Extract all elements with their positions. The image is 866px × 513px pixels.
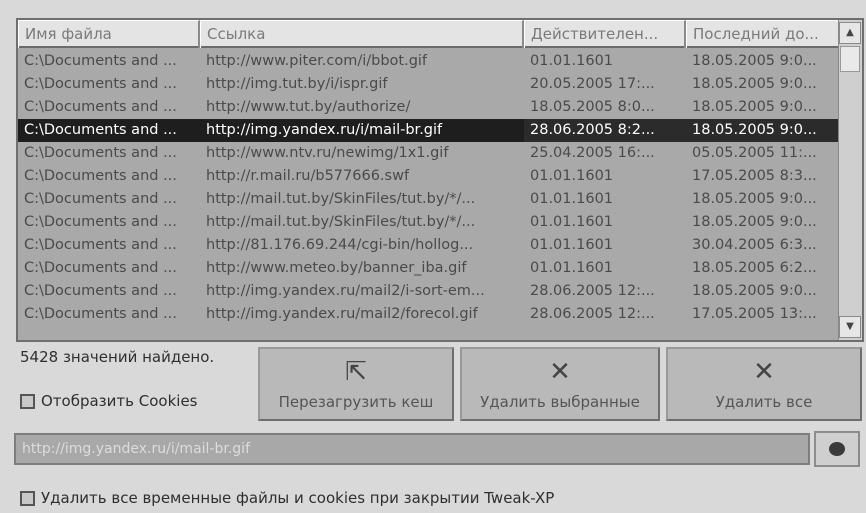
valid-date-cell: 01.01.1601 <box>530 191 614 207</box>
url-cell: http://www.ntv.ru/newimg/1x1.gif <box>206 145 449 161</box>
url-cell: http://img.tut.by/i/ispr.gif <box>206 76 388 92</box>
last-access-cell: 17.05.2005 13:... <box>692 306 817 322</box>
file-cell: C:\Documents and ... <box>24 76 177 92</box>
table-row[interactable]: C:\Documents and ... http://www.piter.com… <box>18 50 840 73</box>
url-cell: http://r.mail.ru/b577666.swf <box>206 168 410 184</box>
valid-date-cell: 28.06.2005 12:... <box>530 306 655 322</box>
file-cell: C:\Documents and ... <box>24 306 177 322</box>
cleanup-on-exit-label: Удалить все временные файлы и cookies пр… <box>41 489 555 507</box>
reload-icon: ⇱ <box>345 357 367 387</box>
last-access-cell: 18.05.2005 9:0... <box>692 53 817 69</box>
last-access-cell: 18.05.2005 9:0... <box>692 214 817 230</box>
cleanup-on-exit-checkbox[interactable]: Удалить все временные файлы и cookies пр… <box>20 489 554 507</box>
file-cell: C:\Documents and ... <box>24 260 177 276</box>
url-cell: http://81.176.69.244/cgi-bin/hollog... <box>206 237 474 253</box>
table-row[interactable]: C:\Documents and ... http://www.ntv.ru/ne… <box>18 142 840 165</box>
last-access-cell: 18.05.2005 9:0... <box>692 122 817 138</box>
vertical-scrollbar[interactable]: ▲ ▼ <box>838 20 862 340</box>
delete-all-label: Удалить все <box>715 393 813 411</box>
table-row[interactable]: C:\Documents and ... http://mail.tut.by/S… <box>18 211 840 234</box>
table-row[interactable]: C:\Documents and ... http://img.yandex.ru… <box>18 119 840 142</box>
list-rows: C:\Documents and ... http://www.piter.com… <box>18 50 840 326</box>
valid-date-cell: 01.01.1601 <box>530 237 614 253</box>
table-row[interactable]: C:\Documents and ... http://81.176.69.244… <box>18 234 840 257</box>
delete-selected-label: Удалить выбранные <box>480 393 640 411</box>
x-icon: ✕ <box>753 357 775 387</box>
url-cell: http://mail.tut.by/SkinFiles/tut.by/*/..… <box>206 214 476 230</box>
last-access-cell: 30.04.2005 6:3... <box>692 237 817 253</box>
file-cell: C:\Documents and ... <box>24 99 177 115</box>
show-cookies-checkbox[interactable]: Отобразить Cookies <box>20 392 197 410</box>
valid-date-cell: 18.05.2005 8:0... <box>530 99 655 115</box>
valid-date-cell: 28.06.2005 8:2... <box>530 122 655 138</box>
url-cell: http://mail.tut.by/SkinFiles/tut.by/*/..… <box>206 191 476 207</box>
file-cell: C:\Documents and ... <box>24 145 177 161</box>
last-access-cell: 18.05.2005 9:0... <box>692 191 817 207</box>
last-access-cell: 18.05.2005 9:0... <box>692 76 817 92</box>
file-cell: C:\Documents and ... <box>24 283 177 299</box>
valid-date-cell: 01.01.1601 <box>530 214 614 230</box>
url-cell: http://www.meteo.by/banner_iba.gif <box>206 260 467 276</box>
last-access-cell: 18.05.2005 6:2... <box>692 260 817 276</box>
go-icon <box>829 441 845 456</box>
last-access-cell: 18.05.2005 9:0... <box>692 99 817 115</box>
delete-selected-button[interactable]: ✕ Удалить выбранные <box>460 347 660 421</box>
scroll-up-button[interactable]: ▲ <box>839 22 861 44</box>
last-access-cell: 18.05.2005 9:0... <box>692 283 817 299</box>
valid-date-cell: 01.01.1601 <box>530 168 614 184</box>
cache-list[interactable]: Имя файла Ссылка Действителен... Последн… <box>16 18 864 342</box>
table-row[interactable]: C:\Documents and ... http://www.meteo.by/… <box>18 257 840 280</box>
checkbox-box[interactable] <box>20 393 35 409</box>
valid-date-cell: 25.04.2005 16:... <box>530 145 655 161</box>
table-row[interactable]: C:\Documents and ... http://img.yandex.ru… <box>18 280 840 303</box>
url-field[interactable]: http://img.yandex.ru/i/mail-br.gif <box>14 433 810 465</box>
column-header-valid[interactable]: Действителен... <box>524 20 686 48</box>
scroll-down-button[interactable]: ▼ <box>839 316 861 338</box>
file-cell: C:\Documents and ... <box>24 53 177 69</box>
table-row[interactable]: C:\Documents and ... http://r.mail.ru/b57… <box>18 165 840 188</box>
go-button[interactable] <box>814 431 860 467</box>
table-row[interactable]: C:\Documents and ... http://mail.tut.by/S… <box>18 188 840 211</box>
table-row[interactable]: C:\Documents and ... http://img.yandex.ru… <box>18 303 840 326</box>
url-cell: http://img.yandex.ru/i/mail-br.gif <box>200 119 524 142</box>
valid-date-cell: 01.01.1601 <box>530 53 614 69</box>
column-header-last-access[interactable]: Последний до... <box>686 20 840 48</box>
table-row[interactable]: C:\Documents and ... http://www.tut.by/au… <box>18 96 840 119</box>
table-row[interactable]: C:\Documents and ... http://img.tut.by/i/… <box>18 73 840 96</box>
x-icon: ✕ <box>549 357 571 387</box>
valid-date-cell: 01.01.1601 <box>530 260 614 276</box>
file-cell: C:\Documents and ... <box>24 237 177 253</box>
checkbox-box[interactable] <box>20 490 35 506</box>
file-cell: C:\Documents and ... <box>24 214 177 230</box>
reload-cache-label: Перезагрузить кеш <box>278 393 434 411</box>
found-count-label: 5428 значений найдено. <box>20 348 215 366</box>
file-cell: C:\Documents and ... <box>18 119 200 142</box>
url-cell: http://img.yandex.ru/mail2/forecol.gif <box>206 306 478 322</box>
valid-date-cell: 28.06.2005 12:... <box>530 283 655 299</box>
file-cell: C:\Documents and ... <box>24 168 177 184</box>
column-header-url[interactable]: Ссылка <box>200 20 524 48</box>
file-cell: C:\Documents and ... <box>24 191 177 207</box>
url-cell: http://www.piter.com/i/bbot.gif <box>206 53 428 69</box>
url-cell: http://img.yandex.ru/mail2/i-sort-em... <box>206 283 485 299</box>
scroll-thumb[interactable] <box>840 46 860 72</box>
last-access-cell: 17.05.2005 8:3... <box>692 168 817 184</box>
column-header-filename[interactable]: Имя файла <box>18 20 200 48</box>
list-header: Имя файла Ссылка Действителен... Последн… <box>18 20 840 48</box>
delete-all-button[interactable]: ✕ Удалить все <box>666 347 862 421</box>
last-access-cell: 05.05.2005 11:... <box>692 145 817 161</box>
url-cell: http://www.tut.by/authorize/ <box>206 99 411 115</box>
show-cookies-label: Отобразить Cookies <box>41 392 198 410</box>
reload-cache-button[interactable]: ⇱ Перезагрузить кеш <box>258 347 454 421</box>
valid-date-cell: 20.05.2005 17:... <box>530 76 655 92</box>
